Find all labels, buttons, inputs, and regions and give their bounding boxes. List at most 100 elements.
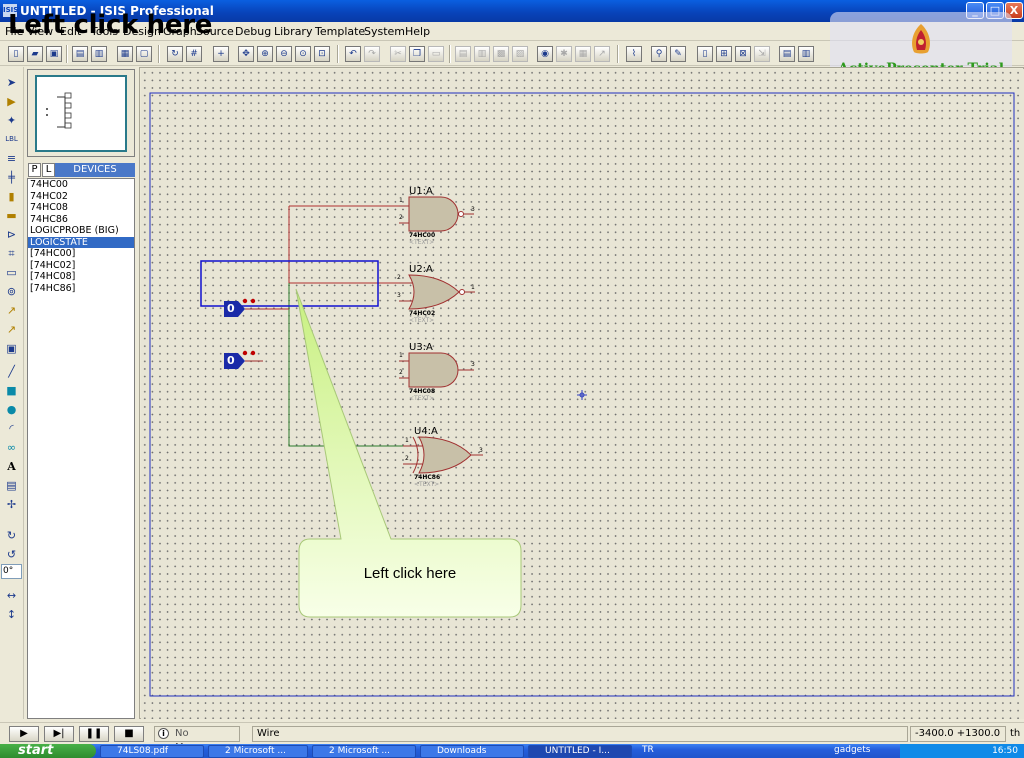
wire-autorouter-icon[interactable]: ⌇ <box>626 46 642 62</box>
path-icon[interactable]: ∞ <box>3 440 20 455</box>
menu-system[interactable]: System <box>364 25 405 38</box>
device-item[interactable]: 74HC86 <box>28 214 134 226</box>
gadgets-toolbar[interactable]: gadgets <box>834 745 870 755</box>
block-copy-icon[interactable]: ▤ <box>455 46 471 62</box>
subcircuit-icon[interactable]: ▮ <box>3 189 20 204</box>
new-icon[interactable]: ▯ <box>8 46 24 62</box>
task-button[interactable]: 2 Microsoft ... <box>312 745 416 758</box>
import-icon[interactable]: ▤ <box>72 46 88 62</box>
area-icon[interactable]: ▢ <box>136 46 152 62</box>
device-list[interactable]: 74HC00 74HC02 74HC08 74HC86 LOGICPROBE (… <box>27 178 135 719</box>
text-icon[interactable]: A <box>3 459 20 474</box>
menu-debug[interactable]: Debug <box>235 25 271 38</box>
overview-viewport[interactable] <box>35 75 127 152</box>
voltage-probe-icon[interactable]: ↗ <box>3 303 20 318</box>
task-button[interactable]: 74LS08.pdf <box>100 745 204 758</box>
undo-icon[interactable]: ↶ <box>345 46 361 62</box>
step-button[interactable]: ▶| <box>44 726 74 742</box>
text-script-icon[interactable]: ≡ <box>3 151 20 166</box>
task-button-active[interactable]: UNTITLED - I... <box>528 745 632 758</box>
play-button[interactable]: ▶ <box>9 726 39 742</box>
netlist-icon[interactable]: ▥ <box>798 46 814 62</box>
paste-icon[interactable]: ▭ <box>428 46 444 62</box>
component-mode-icon[interactable]: ▶ <box>3 94 20 109</box>
zoom-all-icon[interactable]: ⊙ <box>295 46 311 62</box>
menu-library[interactable]: Library <box>274 25 312 38</box>
make-device-icon[interactable]: ✱ <box>556 46 572 62</box>
new-sheet-icon[interactable]: ▯ <box>697 46 713 62</box>
gate-u2[interactable] <box>399 274 475 310</box>
erc-icon[interactable]: ▤ <box>779 46 795 62</box>
device-item[interactable]: [74HC00] <box>28 248 134 260</box>
cut-icon[interactable]: ✂ <box>390 46 406 62</box>
pick-device-icon[interactable]: ◉ <box>537 46 553 62</box>
remove-sheet-icon[interactable]: ⊞ <box>716 46 732 62</box>
print-icon[interactable]: ▦ <box>117 46 133 62</box>
zoom-out-icon[interactable]: ⊖ <box>276 46 292 62</box>
schematic-editing-window[interactable]: U1:A 74HC00 <TEXT> 1 2 3 U2:A 74HC02 <TE… <box>139 67 1024 719</box>
device-item[interactable]: [74HC08] <box>28 271 134 283</box>
exit-parent-icon[interactable]: ⊠ <box>735 46 751 62</box>
arc-icon[interactable]: ◜ <box>3 421 20 436</box>
language-indicator[interactable]: TR <box>642 745 654 755</box>
marker-icon[interactable]: ✢ <box>3 497 20 512</box>
save-icon[interactable]: ▣ <box>46 46 62 62</box>
current-probe-icon[interactable]: ↗ <box>3 322 20 337</box>
open-icon[interactable]: ▰ <box>27 46 43 62</box>
bill-of-materials-icon[interactable]: ⇲ <box>754 46 770 62</box>
device-item[interactable]: 74HC08 <box>28 202 134 214</box>
package-icon[interactable]: ▦ <box>575 46 591 62</box>
redraw-icon[interactable]: ↻ <box>167 46 183 62</box>
grid-icon[interactable]: # <box>186 46 202 62</box>
zoom-in-icon[interactable]: ⊕ <box>257 46 273 62</box>
rotation-angle-field[interactable]: 0° <box>1 564 22 579</box>
pause-button[interactable]: ❚❚ <box>79 726 109 742</box>
tape-recorder-icon[interactable]: ▭ <box>3 265 20 280</box>
pick-devices-button[interactable]: P <box>28 163 41 177</box>
bus-icon[interactable]: ╪ <box>3 170 20 185</box>
search-icon[interactable]: ⚲ <box>651 46 667 62</box>
library-manager-button[interactable]: L <box>42 163 55 177</box>
block-rotate-icon[interactable]: ▩ <box>493 46 509 62</box>
device-item[interactable]: [74HC86] <box>28 283 134 295</box>
line-icon[interactable]: ╱ <box>3 364 20 379</box>
virtual-instrument-icon[interactable]: ▣ <box>3 341 20 356</box>
rotate-clockwise-icon[interactable]: ↻ <box>3 528 20 543</box>
box-icon[interactable]: ■ <box>3 383 20 398</box>
task-button[interactable]: Downloads <box>420 745 524 758</box>
property-icon[interactable]: ✎ <box>670 46 686 62</box>
mirror-horizontal-icon[interactable]: ↔ <box>3 588 20 603</box>
decompose-icon[interactable]: ↗ <box>594 46 610 62</box>
task-button[interactable]: 2 Microsoft ... <box>208 745 308 758</box>
origin-icon[interactable]: + <box>213 46 229 62</box>
stop-button[interactable]: ■ <box>114 726 144 742</box>
graph-icon[interactable]: ⌗ <box>3 246 20 261</box>
menu-template[interactable]: Template <box>315 25 365 38</box>
device-item[interactable]: 74HC02 <box>28 191 134 203</box>
symbol-icon[interactable]: ▤ <box>3 478 20 493</box>
mirror-vertical-icon[interactable]: ↕ <box>3 607 20 622</box>
gate-u4[interactable] <box>403 436 483 474</box>
redo-icon[interactable]: ↷ <box>364 46 380 62</box>
overview-window[interactable] <box>27 69 135 157</box>
gate-u3[interactable] <box>399 352 474 388</box>
start-button[interactable]: start <box>0 744 96 758</box>
block-move-icon[interactable]: ▥ <box>474 46 490 62</box>
pan-icon[interactable]: ✥ <box>238 46 254 62</box>
terminal-icon[interactable]: ▬ <box>3 208 20 223</box>
device-item[interactable]: LOGICPROBE (BIG) <box>28 225 134 237</box>
wire-label-icon[interactable]: LBL <box>3 132 20 147</box>
junction-dot-icon[interactable]: ✦ <box>3 113 20 128</box>
block-delete-icon[interactable]: ▨ <box>512 46 528 62</box>
copy-icon[interactable]: ❐ <box>409 46 425 62</box>
circle-icon[interactable]: ● <box>3 402 20 417</box>
device-pin-icon[interactable]: ⊳ <box>3 227 20 242</box>
menu-help[interactable]: Help <box>405 25 430 38</box>
device-item-selected[interactable]: LOGICSTATE <box>28 236 134 248</box>
device-item[interactable]: [74HC02] <box>28 260 134 272</box>
schematic-canvas[interactable]: U1:A 74HC00 <TEXT> 1 2 3 U2:A 74HC02 <TE… <box>141 69 1024 719</box>
gate-u1[interactable] <box>399 196 474 232</box>
export-icon[interactable]: ▥ <box>91 46 107 62</box>
generator-icon[interactable]: ⊚ <box>3 284 20 299</box>
device-item[interactable]: 74HC00 <box>28 179 134 191</box>
